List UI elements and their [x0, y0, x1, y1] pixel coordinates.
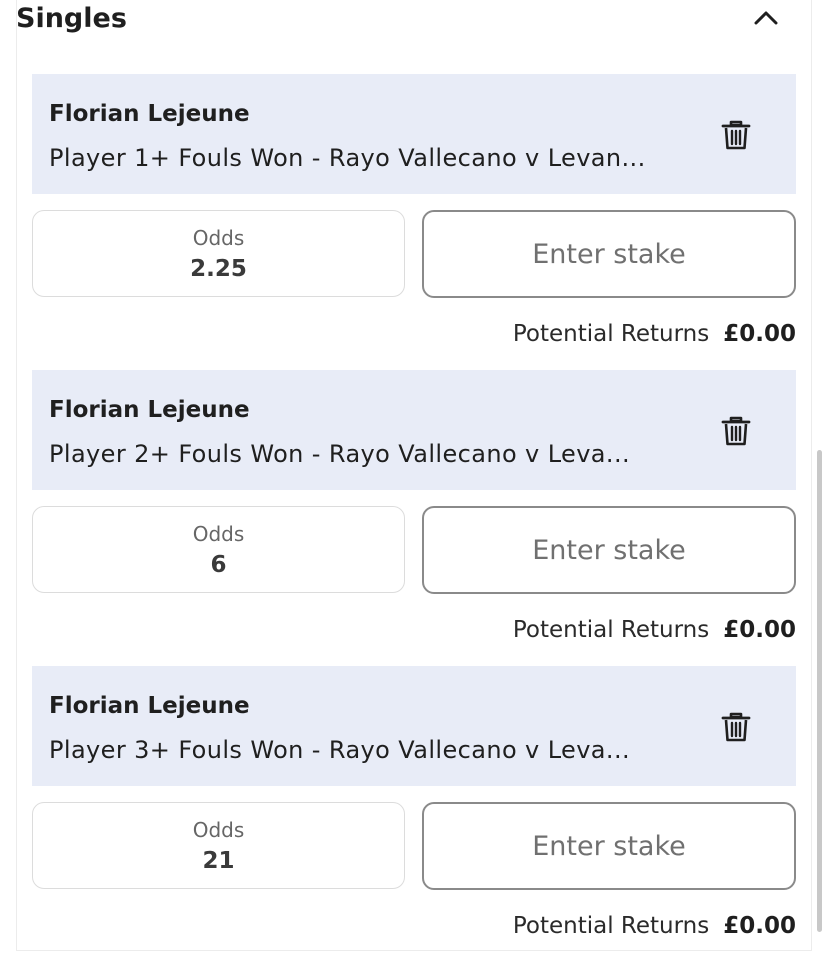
remove-selection-button[interactable] — [718, 116, 754, 152]
selection-name: Florian Lejeune — [49, 693, 250, 719]
trash-icon — [721, 120, 751, 150]
potential-returns-label: Potential Returns — [512, 913, 710, 939]
stake-input[interactable] — [422, 210, 796, 298]
potential-returns-label: Potential Returns — [512, 617, 710, 643]
market-name: Player 1+ Fouls Won - Rayo Vallecano v L… — [49, 144, 646, 172]
selection-name: Florian Lejeune — [49, 101, 250, 127]
bet-selection-card: Florian Lejeune Player 3+ Fouls Won - Ra… — [32, 666, 796, 786]
odds-value: 6 — [210, 552, 227, 578]
odds-box: Odds 6 — [32, 506, 405, 593]
trash-icon — [721, 712, 751, 742]
bet-selection-card: Florian Lejeune Player 2+ Fouls Won - Ra… — [32, 370, 796, 490]
potential-returns-value: £0.00 — [723, 913, 796, 939]
remove-selection-button[interactable] — [718, 412, 754, 448]
market-name: Player 2+ Fouls Won - Rayo Vallecano v L… — [49, 440, 631, 468]
odds-value: 21 — [202, 848, 235, 874]
potential-returns-label: Potential Returns — [512, 321, 710, 347]
odds-label: Odds — [192, 522, 245, 546]
remove-selection-button[interactable] — [718, 708, 754, 744]
odds-label: Odds — [192, 226, 245, 250]
stake-input[interactable] — [422, 506, 796, 594]
scrollbar[interactable] — [817, 450, 822, 932]
section-title: Singles — [16, 3, 127, 34]
potential-returns-value: £0.00 — [723, 321, 796, 347]
odds-label: Odds — [192, 818, 245, 842]
odds-box: Odds 2.25 — [32, 210, 405, 297]
odds-box: Odds 21 — [32, 802, 405, 889]
potential-returns: Potential Returns £0.00 — [513, 910, 796, 942]
potential-returns: Potential Returns £0.00 — [513, 318, 796, 350]
selection-name: Florian Lejeune — [49, 397, 250, 423]
potential-returns: Potential Returns £0.00 — [513, 614, 796, 646]
bet-selection-card: Florian Lejeune Player 1+ Fouls Won - Ra… — [32, 74, 796, 194]
single-bet: Florian Lejeune Player 1+ Fouls Won - Ra… — [32, 74, 796, 370]
stake-input[interactable] — [422, 802, 796, 890]
market-name: Player 3+ Fouls Won - Rayo Vallecano v L… — [49, 736, 631, 764]
potential-returns-value: £0.00 — [723, 617, 796, 643]
odds-value: 2.25 — [190, 256, 247, 282]
collapse-button[interactable] — [752, 4, 780, 32]
singles-section-header[interactable]: Singles — [16, 0, 780, 40]
single-bet: Florian Lejeune Player 2+ Fouls Won - Ra… — [32, 370, 796, 666]
trash-icon — [721, 416, 751, 446]
chevron-up-icon — [754, 11, 778, 25]
single-bet: Florian Lejeune Player 3+ Fouls Won - Ra… — [32, 666, 796, 962]
